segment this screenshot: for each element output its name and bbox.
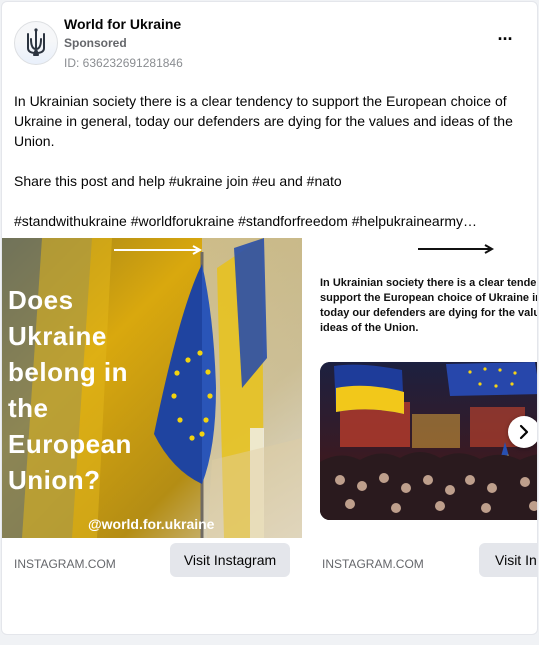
trident-icon <box>27 28 45 56</box>
image-headline: Does Ukraine belong in the European Unio… <box>8 285 132 495</box>
carousel-card[interactable]: In Ukrainian society there is a clear te… <box>310 238 537 598</box>
chevron-right-icon <box>519 424 529 440</box>
post-text: In Ukrainian society there is a clear te… <box>14 91 524 231</box>
image-handle: @world.for.ukraine <box>88 516 215 532</box>
ad-carousel: Does Ukraine belong in the European Unio… <box>2 238 537 598</box>
more-horizontal-icon: ··· <box>497 29 514 49</box>
carousel-next-button[interactable] <box>508 416 537 448</box>
post-header: World for Ukraine Sponsored ID: 63623269… <box>2 2 537 82</box>
visit-instagram-button[interactable]: Visit Instagram <box>479 543 537 577</box>
carousel-card-image[interactable]: Does Ukraine belong in the European Unio… <box>2 238 302 538</box>
page-name[interactable]: World for Ukraine <box>64 16 181 32</box>
visit-instagram-button[interactable]: Visit Instagram <box>170 543 290 577</box>
carousel-card[interactable]: Does Ukraine belong in the European Unio… <box>2 238 302 598</box>
arrow-right-icon <box>418 244 495 254</box>
link-domain[interactable]: INSTAGRAM.COM <box>14 557 116 571</box>
ad-post-card: World for Ukraine Sponsored ID: 63623269… <box>1 1 538 635</box>
carousel-card-image[interactable]: In Ukrainian society there is a clear te… <box>310 238 537 538</box>
post-hashtags: #standwithukraine #worldforukraine #stan… <box>14 213 478 229</box>
crowd-with-flags-image <box>320 362 537 520</box>
image-quote-text: In Ukrainian society there is a clear te… <box>320 277 537 334</box>
post-paragraph: In Ukrainian society there is a clear te… <box>14 93 513 149</box>
post-paragraph: Share this post and help #ukraine join #… <box>14 173 342 189</box>
carousel-card-footer: INSTAGRAM.COM Visit Instagram <box>310 538 537 598</box>
ad-id: ID: 636232691281846 <box>64 56 183 70</box>
sponsored-label[interactable]: Sponsored <box>64 36 127 50</box>
page-avatar[interactable] <box>14 21 58 65</box>
carousel-card-footer: INSTAGRAM.COM Visit Instagram <box>2 538 302 598</box>
protest-photo <box>320 362 537 520</box>
more-options-button[interactable]: ··· <box>493 29 517 52</box>
link-domain[interactable]: INSTAGRAM.COM <box>322 557 424 571</box>
